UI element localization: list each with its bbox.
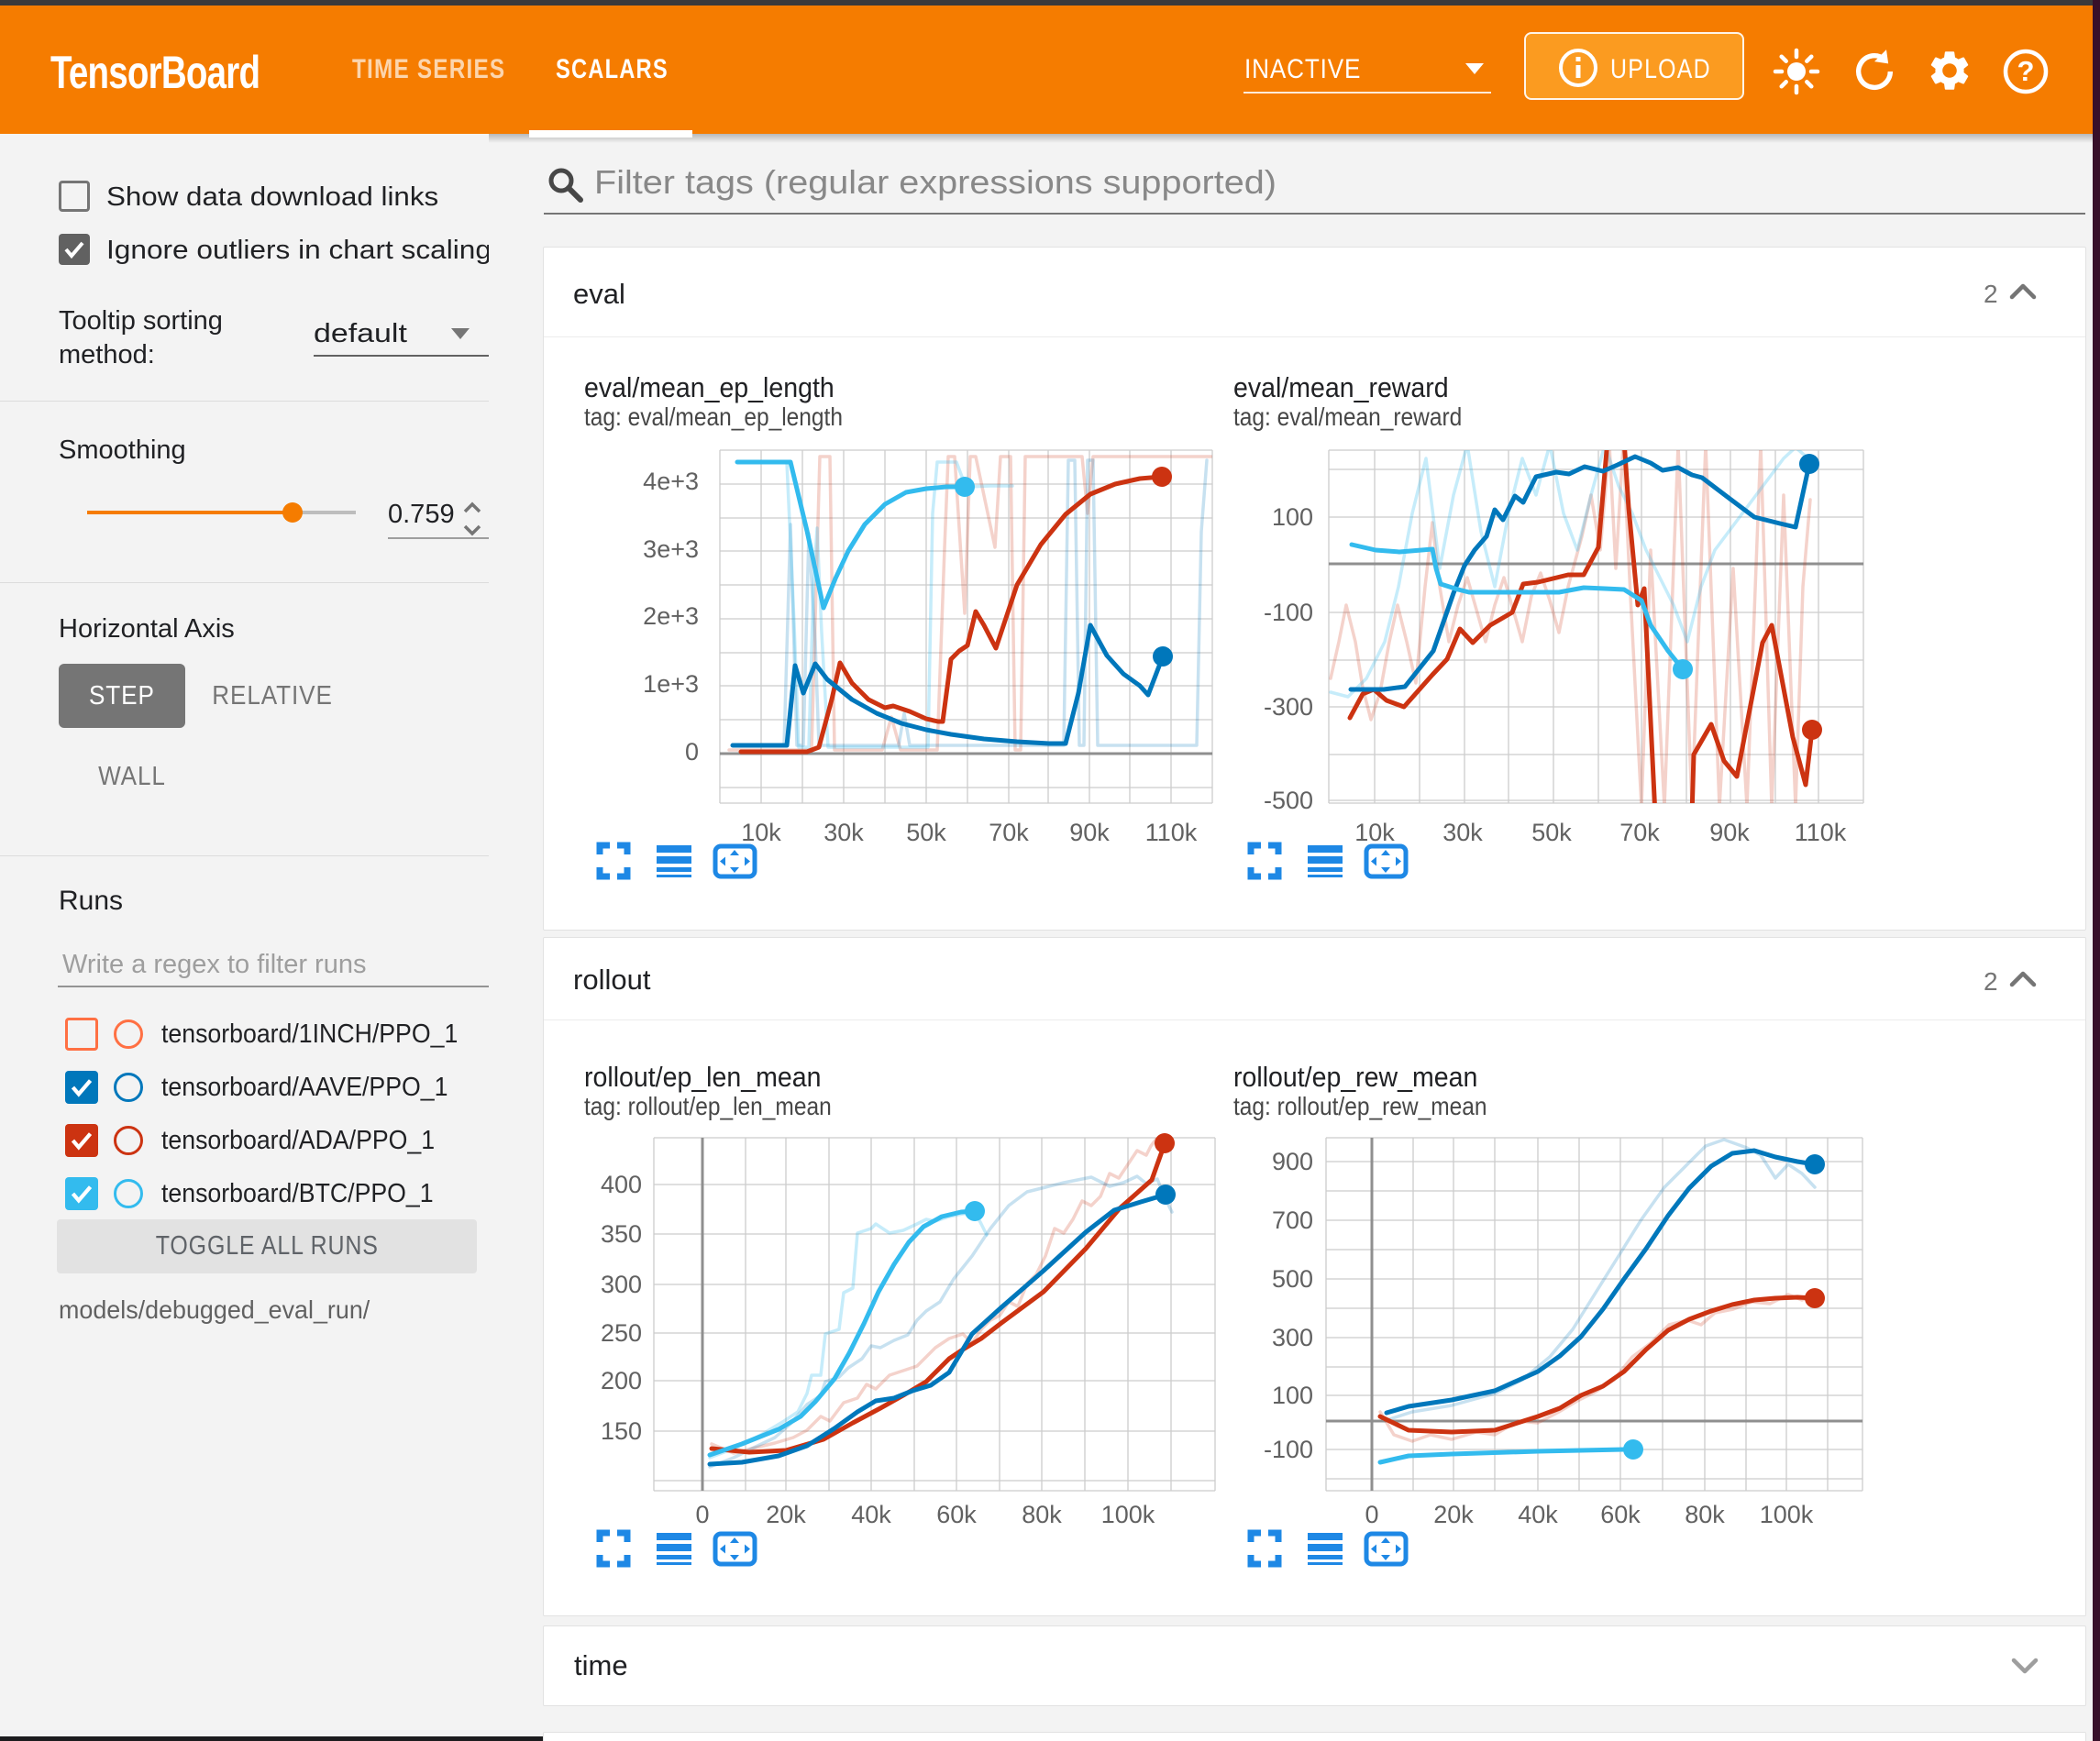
svg-text:30k: 30k: [1442, 819, 1483, 846]
svg-text:200: 200: [601, 1367, 642, 1394]
svg-text:-100: -100: [1264, 1436, 1313, 1463]
svg-text:400: 400: [601, 1171, 642, 1198]
svg-text:80k: 80k: [1685, 1501, 1725, 1528]
svg-text:90k: 90k: [1709, 819, 1750, 846]
svg-text:0: 0: [695, 1501, 709, 1528]
svg-text:100: 100: [1272, 503, 1313, 531]
svg-text:100k: 100k: [1101, 1501, 1155, 1528]
svg-text:50k: 50k: [1531, 819, 1572, 846]
svg-text:-100: -100: [1264, 599, 1313, 626]
svg-text:30k: 30k: [823, 819, 864, 846]
svg-text:4e+3: 4e+3: [643, 468, 699, 495]
svg-text:110k: 110k: [1795, 819, 1847, 846]
svg-text:20k: 20k: [766, 1501, 806, 1528]
svg-text:40k: 40k: [851, 1501, 891, 1528]
svg-text:20k: 20k: [1433, 1501, 1474, 1528]
svg-text:60k: 60k: [936, 1501, 977, 1528]
svg-text:250: 250: [601, 1319, 642, 1347]
svg-text:80k: 80k: [1022, 1501, 1062, 1528]
svg-text:150: 150: [601, 1417, 642, 1445]
svg-text:350: 350: [601, 1220, 642, 1248]
svg-text:1e+3: 1e+3: [643, 670, 699, 698]
svg-text:70k: 70k: [1619, 819, 1660, 846]
svg-text:300: 300: [601, 1271, 642, 1298]
svg-text:-500: -500: [1264, 787, 1313, 814]
svg-text:900: 900: [1272, 1148, 1313, 1175]
svg-text:60k: 60k: [1600, 1501, 1641, 1528]
svg-text:300: 300: [1272, 1324, 1313, 1351]
svg-text:700: 700: [1272, 1207, 1313, 1234]
svg-text:90k: 90k: [1069, 819, 1110, 846]
svg-text:10k: 10k: [1354, 819, 1395, 846]
svg-text:100k: 100k: [1760, 1501, 1814, 1528]
svg-text:50k: 50k: [906, 819, 946, 846]
svg-text:40k: 40k: [1518, 1501, 1558, 1528]
svg-text:110k: 110k: [1145, 819, 1198, 846]
svg-text:-300: -300: [1264, 693, 1313, 721]
svg-text:2e+3: 2e+3: [643, 602, 699, 630]
svg-text:0: 0: [1365, 1501, 1378, 1528]
svg-text:100: 100: [1272, 1382, 1313, 1409]
svg-text:3e+3: 3e+3: [643, 535, 699, 563]
svg-text:0: 0: [685, 738, 699, 766]
svg-text:70k: 70k: [989, 819, 1029, 846]
svg-text:500: 500: [1272, 1265, 1313, 1293]
svg-text:10k: 10k: [741, 819, 781, 846]
